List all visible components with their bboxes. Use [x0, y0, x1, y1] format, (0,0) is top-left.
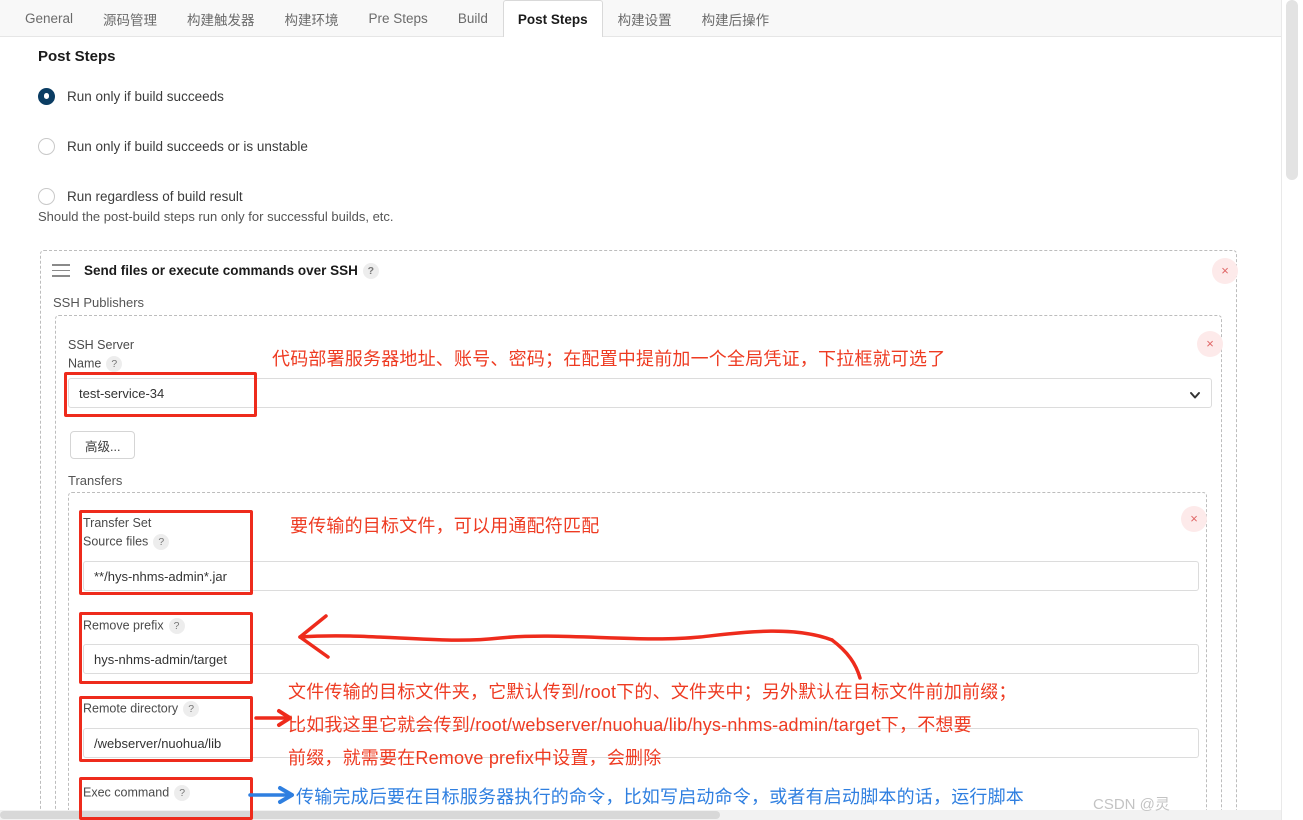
help-icon[interactable]: ? — [183, 701, 200, 717]
tab-label: Pre Steps — [368, 11, 428, 26]
remove-prefix-input[interactable] — [83, 644, 1199, 674]
help-icon[interactable]: ? — [153, 534, 170, 550]
source-files-label: Source files? — [83, 534, 170, 550]
transfers-label: Transfers — [68, 473, 123, 488]
tab-build-settings[interactable]: 构建设置 — [603, 0, 687, 36]
radio-run-if-succeeds[interactable]: Run only if build succeeds — [38, 86, 224, 106]
post-steps-hint: Should the post-build steps run only for… — [38, 209, 394, 224]
source-files-input[interactable] — [83, 561, 1199, 591]
radio-indicator[interactable] — [38, 137, 55, 155]
help-icon[interactable]: ? — [168, 618, 185, 634]
tab-label: 构建触发器 — [187, 12, 255, 28]
tab-label: Post Steps — [517, 11, 588, 27]
tab-post-steps[interactable]: Post Steps — [502, 0, 603, 37]
page-title: Post Steps — [38, 48, 116, 65]
tab-build-triggers[interactable]: 构建触发器 — [172, 0, 270, 36]
exec-command-label: Exec command? — [83, 785, 191, 801]
tab-label: 构建环境 — [284, 12, 339, 28]
radio-run-regardless[interactable]: Run regardless of build result — [38, 186, 243, 206]
radio-label: Run regardless of build result — [67, 188, 243, 204]
horizontal-scrollbar-thumb[interactable] — [0, 811, 720, 819]
tab-label: General — [25, 11, 74, 26]
remove-ssh-publisher-button[interactable]: × — [1212, 258, 1238, 284]
ssh-section-title: Send files or execute commands over SSH? — [84, 263, 379, 280]
radio-run-if-succeeds-or-unstable[interactable]: Run only if build succeeds or is unstabl… — [38, 136, 308, 156]
tab-label: Build — [457, 11, 488, 26]
ssh-server-name-label: Name? — [68, 356, 123, 372]
remove-ssh-server-button[interactable]: × — [1197, 331, 1223, 357]
remove-prefix-label: Remove prefix? — [83, 618, 185, 634]
radio-indicator[interactable] — [38, 87, 55, 105]
vertical-scrollbar-thumb[interactable] — [1286, 0, 1298, 180]
radio-indicator[interactable] — [38, 187, 55, 205]
tab-post-build-actions[interactable]: 构建后操作 — [687, 0, 785, 36]
tab-label: 构建设置 — [617, 12, 672, 28]
ssh-server-name-select[interactable]: test-service-34 — [68, 378, 1212, 408]
radio-label: Run only if build succeeds or is unstabl… — [67, 138, 308, 154]
advanced-button[interactable]: 高级... — [70, 431, 136, 459]
help-icon[interactable]: ? — [106, 356, 123, 372]
transfer-set-label: Transfer Set — [83, 516, 152, 530]
help-icon[interactable]: ? — [362, 263, 379, 280]
ssh-publishers-label: SSH Publishers — [53, 295, 145, 310]
tab-source-management[interactable]: 源码管理 — [88, 0, 172, 36]
help-icon[interactable]: ? — [174, 785, 191, 801]
post-steps-panel: Post Steps Run only if build succeeds Ru… — [0, 37, 1281, 820]
radio-label: Run only if build succeeds — [67, 88, 224, 104]
drag-handle-icon[interactable] — [52, 264, 70, 278]
tab-label: 源码管理 — [103, 12, 158, 28]
tab-build[interactable]: Build — [443, 0, 503, 36]
config-tab-bar: General 源码管理 构建触发器 构建环境 Pre Steps Build … — [0, 0, 1281, 37]
remote-directory-input[interactable] — [83, 728, 1199, 758]
ssh-server-label-line1: SSH Server — [68, 338, 134, 352]
remove-transfer-set-button[interactable]: × — [1181, 506, 1207, 532]
tab-general[interactable]: General — [10, 0, 88, 36]
tab-pre-steps[interactable]: Pre Steps — [354, 0, 443, 36]
tab-build-environment[interactable]: 构建环境 — [270, 0, 354, 36]
screenshot-root: General 源码管理 构建触发器 构建环境 Pre Steps Build … — [0, 0, 1303, 820]
remote-directory-label: Remote directory? — [83, 701, 200, 717]
tab-label: 构建后操作 — [701, 12, 770, 28]
